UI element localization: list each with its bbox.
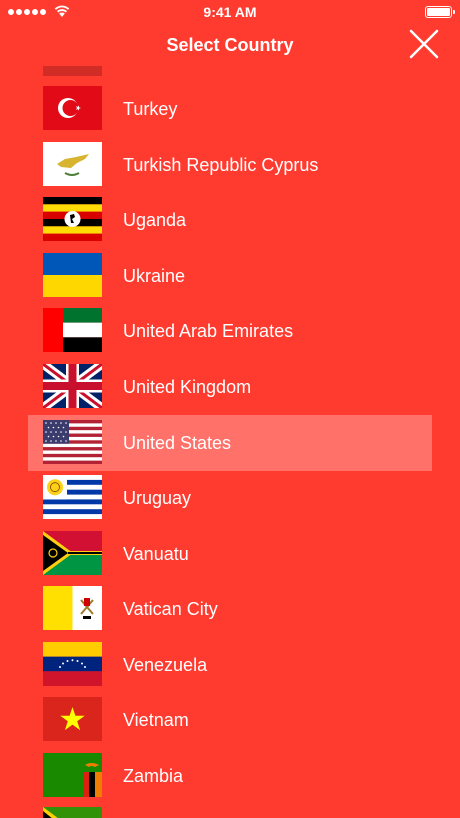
flag-vietnam-icon bbox=[43, 697, 102, 741]
partial-flag-icon bbox=[43, 807, 102, 818]
country-label: United Kingdom bbox=[123, 377, 252, 397]
country-label: Vanuatu bbox=[123, 544, 189, 564]
flag-uruguay-icon bbox=[43, 475, 102, 519]
list-item-turkish-republic-cyprus[interactable]: Turkish Republic Cyprus bbox=[28, 137, 432, 193]
flag-ukraine-icon bbox=[43, 253, 102, 297]
country-label: Ukraine bbox=[123, 266, 186, 286]
flag-zambia-icon bbox=[43, 753, 102, 797]
flag-turkey-icon bbox=[43, 86, 102, 130]
country-label: Uganda bbox=[123, 210, 187, 230]
list-item-venezuela[interactable]: Venezuela bbox=[28, 637, 432, 693]
flag-united-kingdom-icon bbox=[43, 364, 102, 408]
flag-vatican-city-icon bbox=[43, 586, 102, 630]
list-item-zambia[interactable]: Zambia bbox=[28, 748, 432, 804]
country-label: Venezuela bbox=[123, 655, 208, 675]
list-item-ukraine[interactable]: Ukraine bbox=[28, 248, 432, 304]
page-title: Select Country bbox=[166, 35, 294, 55]
partial-flag-icon bbox=[43, 66, 102, 76]
country-label: Vietnam bbox=[123, 710, 189, 730]
close-icon bbox=[409, 29, 439, 59]
list-item-vietnam[interactable]: Vietnam bbox=[28, 692, 432, 748]
country-label: Uruguay bbox=[123, 488, 192, 508]
country-label: United States bbox=[123, 433, 232, 453]
country-label: Turkey bbox=[123, 99, 178, 119]
country-label: Vatican City bbox=[123, 599, 218, 619]
battery-icon bbox=[425, 6, 455, 18]
status-bar: 9:41 AM bbox=[0, 0, 460, 24]
country-list[interactable]: Turkey Turkish Republic Cyprus Uganda Uk… bbox=[0, 66, 460, 818]
flag-vanuatu-icon bbox=[43, 531, 102, 575]
list-item-united-states[interactable]: United States bbox=[28, 415, 432, 471]
flag-united-arab-emirates-icon bbox=[43, 308, 102, 352]
flag-venezuela-icon bbox=[43, 642, 102, 686]
close-button[interactable] bbox=[404, 24, 444, 64]
country-label: United Arab Emirates bbox=[123, 321, 294, 341]
list-item-vatican-city[interactable]: Vatican City bbox=[28, 581, 432, 637]
list-item-uganda[interactable]: Uganda bbox=[28, 192, 432, 248]
flag-turkish-republic-cyprus-icon bbox=[43, 142, 102, 186]
list-item-united-kingdom[interactable]: United Kingdom bbox=[28, 359, 432, 415]
country-label: Turkish Republic Cyprus bbox=[123, 155, 319, 175]
list-item-turkey[interactable]: Turkey bbox=[28, 81, 432, 137]
list-item-united-arab-emirates[interactable]: United Arab Emirates bbox=[28, 303, 432, 359]
list-item-uruguay[interactable]: Uruguay bbox=[28, 470, 432, 526]
flag-uganda-icon bbox=[43, 197, 102, 241]
country-label: Zambia bbox=[123, 766, 184, 786]
status-time: 9:41 AM bbox=[203, 4, 257, 20]
flag-united-states-icon bbox=[43, 420, 102, 464]
list-item-vanuatu[interactable]: Vanuatu bbox=[28, 526, 432, 582]
